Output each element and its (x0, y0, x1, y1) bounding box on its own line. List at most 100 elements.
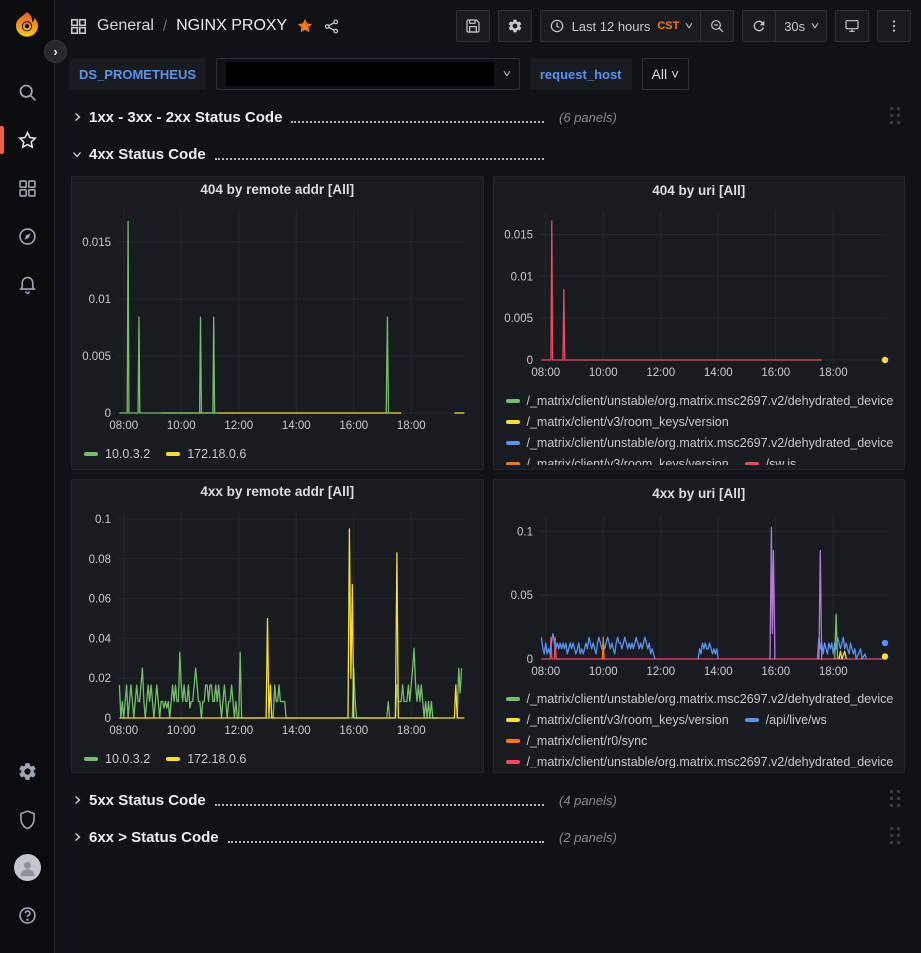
panel-title[interactable]: 4xx by remote addr [All] (80, 480, 475, 503)
svg-text:0: 0 (526, 355, 532, 367)
gear-icon (507, 18, 523, 34)
legend-item[interactable]: 10.0.3.2 (84, 443, 150, 464)
variable-value: All ˅ (652, 66, 680, 82)
svg-text:12:00: 12:00 (646, 367, 675, 379)
dashboard-title[interactable]: NGINX PROXY (176, 17, 287, 35)
svg-text:08:00: 08:00 (109, 725, 138, 737)
gear-icon (17, 761, 38, 782)
variable-select-ds[interactable]: ˅ (216, 58, 520, 90)
svg-text:0: 0 (105, 408, 111, 420)
sidebar-dashboards[interactable] (0, 164, 55, 212)
sidebar-help[interactable] (0, 891, 55, 939)
refresh-interval-picker[interactable]: 30s ˅ (776, 10, 827, 42)
svg-text:0: 0 (105, 713, 111, 725)
legend-swatch (166, 757, 180, 761)
legend-item[interactable]: /_matrix/client/r0/sync (506, 731, 648, 752)
svg-text:14:00: 14:00 (282, 420, 311, 432)
star-icon (17, 130, 38, 151)
grafana-logo-icon[interactable] (12, 10, 42, 40)
row-4xx[interactable]: 4xx Status Code (71, 139, 905, 169)
row-5xx[interactable]: 5xx Status Code (4 panels) (71, 785, 905, 815)
sidebar-server-admin[interactable] (0, 795, 55, 843)
svg-text:0.015: 0.015 (504, 230, 533, 242)
legend-item[interactable]: /_matrix/client/v3/room_keys/version (506, 453, 729, 465)
legend-swatch (506, 399, 520, 403)
more-options-button[interactable] (877, 10, 911, 42)
svg-text:08:00: 08:00 (531, 367, 560, 379)
shield-icon (17, 809, 38, 830)
legend-item[interactable]: /_matrix/client/unstable/org.matrix.msc2… (506, 752, 894, 768)
svg-text:12:00: 12:00 (646, 666, 675, 678)
svg-text:0.02: 0.02 (89, 673, 111, 685)
variable-label-ds[interactable]: DS_PROMETHEUS (69, 58, 206, 90)
svg-text:0.005: 0.005 (504, 313, 533, 325)
row-title: 5xx Status Code (89, 792, 206, 809)
panel-404-by-remote-addr: 404 by remote addr [All] 00.0050.010.015… (71, 176, 484, 470)
drag-handle-icon[interactable] (890, 827, 901, 849)
legend-item[interactable]: /_matrix/client/v3/room_keys/version (506, 411, 729, 432)
sidebar-search[interactable] (0, 68, 55, 116)
legend-swatch (84, 757, 98, 761)
clock-icon (549, 18, 565, 34)
svg-text:18:00: 18:00 (818, 367, 847, 379)
legend-item[interactable]: /_matrix/client/v3/room_keys/version (506, 710, 729, 731)
zoom-out-button[interactable] (701, 10, 734, 42)
cycle-view-mode-button[interactable] (835, 10, 869, 42)
legend-label: /_matrix/client/unstable/org.matrix.msc2… (527, 394, 894, 408)
sidebar-expand-button[interactable]: › (44, 40, 67, 63)
legend-swatch (84, 452, 98, 456)
chevron-down-icon: ˅ (811, 21, 819, 32)
panel-title[interactable]: 4xx by uri [All] (502, 480, 897, 508)
chart-legend: /_matrix/client/unstable/org.matrix.msc2… (502, 390, 897, 465)
legend-item[interactable]: /_matrix/client/unstable/org.matrix.msc2… (506, 432, 894, 453)
dotted-leader (291, 121, 544, 123)
sidebar-explore[interactable] (0, 212, 55, 260)
zoom-out-icon (709, 18, 725, 34)
legend-item[interactable]: /sw.js (745, 453, 797, 465)
legend-swatch (506, 462, 520, 465)
breadcrumb-separator: / (163, 18, 167, 35)
svg-text:0.08: 0.08 (89, 554, 111, 566)
svg-text:10:00: 10:00 (588, 666, 617, 678)
chevron-right-icon (71, 831, 85, 843)
timeseries-chart[interactable]: 00.0050.010.01508:0010:0012:0014:0016:00… (80, 202, 475, 439)
legend-item[interactable]: /_matrix/client/unstable/org.matrix.msc2… (506, 689, 894, 710)
svg-text:12:00: 12:00 (224, 725, 253, 737)
svg-text:08:00: 08:00 (109, 420, 138, 432)
sidebar-profile[interactable] (0, 843, 55, 891)
time-range-picker[interactable]: Last 12 hours CST ˅ (540, 10, 702, 42)
legend-item[interactable]: /api/live/ws (745, 710, 827, 731)
sidebar-configuration[interactable] (0, 747, 55, 795)
dashboard-settings-button[interactable] (498, 10, 532, 42)
chart-legend: 10.0.3.2 172.18.0.6 (80, 443, 475, 465)
time-range-label: Last 12 hours (572, 19, 651, 34)
row-6xx[interactable]: 6xx > Status Code (2 panels) (71, 822, 905, 852)
panel-title[interactable]: 404 by uri [All] (502, 177, 897, 203)
sidebar-starred[interactable] (0, 116, 55, 164)
breadcrumb-folder[interactable]: General (97, 17, 154, 35)
legend-item[interactable]: 172.18.0.6 (166, 748, 246, 768)
svg-text:10:00: 10:00 (167, 725, 196, 737)
dotted-leader (215, 158, 544, 160)
favorite-star-icon[interactable] (296, 17, 314, 35)
timeseries-chart[interactable]: 00.020.040.060.080.108:0010:0012:0014:00… (80, 503, 475, 744)
variable-select-request-host[interactable]: All ˅ (642, 58, 690, 90)
share-icon[interactable] (323, 18, 340, 35)
drag-handle-icon[interactable] (890, 107, 901, 129)
timeseries-chart[interactable]: 00.050.108:0010:0012:0014:0016:0018:00 (502, 508, 897, 685)
drag-handle-icon[interactable] (890, 790, 901, 812)
panel-title[interactable]: 404 by remote addr [All] (80, 177, 475, 202)
legend-item[interactable]: 172.18.0.6 (166, 443, 246, 464)
legend-item[interactable]: /_matrix/client/unstable/org.matrix.msc2… (506, 390, 894, 411)
timeseries-chart[interactable]: 00.0050.010.01508:0010:0012:0014:0016:00… (502, 203, 897, 386)
refresh-button[interactable] (742, 10, 776, 42)
svg-text:0.1: 0.1 (517, 526, 533, 538)
variable-label-request-host[interactable]: request_host (530, 58, 632, 90)
save-dashboard-button[interactable] (456, 10, 490, 42)
svg-text:12:00: 12:00 (224, 420, 253, 432)
row-1xx-3xx-2xx[interactable]: 1xx - 3xx - 2xx Status Code (6 panels) (71, 102, 905, 132)
search-icon (17, 82, 38, 103)
row-panel-count: (2 panels) (559, 830, 617, 845)
legend-item[interactable]: 10.0.3.2 (84, 748, 150, 768)
sidebar-alerting[interactable] (0, 260, 55, 308)
